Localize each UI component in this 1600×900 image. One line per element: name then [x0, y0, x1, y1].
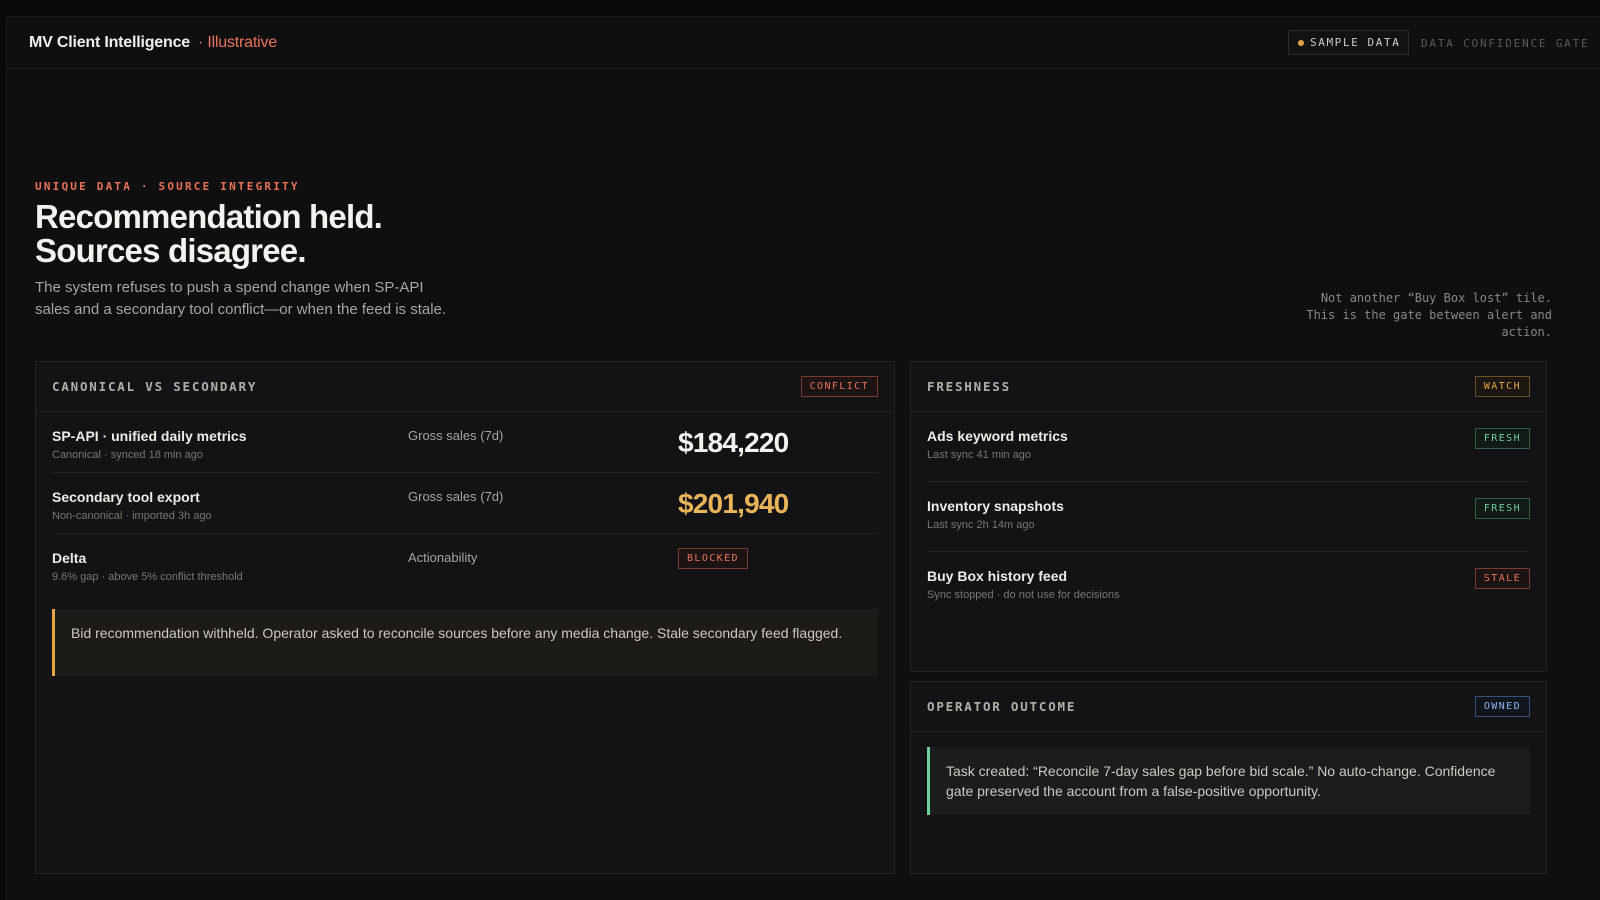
panel-title: FRESHNESS	[927, 379, 1011, 394]
feed-last-sync: Last sync 41 min ago	[927, 449, 1031, 461]
actionability-label: Actionability	[408, 550, 478, 565]
source-row[interactable]: Secondary tool export Non-canonical · im…	[52, 473, 878, 534]
sample-data-pill[interactable]: SAMPLE DATA	[1288, 30, 1409, 55]
data-confidence-gate-label: DATA CONFIDENCE GATE	[1421, 36, 1590, 50]
illustrative-tag: · Illustrative	[197, 34, 277, 51]
stale-badge: STALE	[1474, 568, 1530, 589]
panel-header: FRESHNESS WATCH	[911, 362, 1546, 412]
metric-label: Gross sales (7d)	[408, 489, 504, 504]
canonical-vs-secondary-panel: CANONICAL VS SECONDARY CONFLICT SP-API ·…	[35, 361, 895, 874]
delta-subtitle: 9.6% gap · above 5% conflict threshold	[52, 571, 243, 583]
task-created-callout[interactable]: Task created: “Reconcile 7-day sales gap…	[927, 747, 1530, 815]
panel-header: OPERATOR OUTCOME OWNED	[911, 682, 1546, 732]
feed-row[interactable]: Buy Box history feed Sync stopped · do n…	[927, 552, 1530, 622]
feed-title: Buy Box history feed	[927, 568, 1068, 584]
headline-line-2: Sources disagree.	[35, 232, 307, 269]
conflict-badge: CONFLICT	[800, 376, 878, 397]
app-frame: MV Client Intelligence · Illustrative SA…	[6, 16, 1600, 900]
source-subtitle: Non-canonical · imported 3h ago	[52, 510, 212, 522]
source-title: Secondary tool export	[52, 489, 200, 505]
panel-title: CANONICAL VS SECONDARY	[52, 379, 258, 394]
fresh-badge: FRESH	[1474, 428, 1530, 449]
watch-badge: WATCH	[1474, 376, 1530, 397]
blocked-badge: BLOCKED	[678, 548, 748, 569]
top-bar: MV Client Intelligence · Illustrative SA…	[7, 17, 1600, 69]
metric-value: $201,940	[678, 488, 789, 519]
side-note-line-2: This is the gate between alert and actio…	[1306, 308, 1552, 339]
feed-title: Ads keyword metrics	[927, 428, 1068, 444]
withheld-callout: Bid recommendation withheld. Operator as…	[52, 609, 878, 676]
side-note: Not another “Buy Box lost” tile. This is…	[1272, 290, 1552, 341]
freshness-panel: FRESHNESS WATCH Ads keyword metrics Last…	[910, 361, 1547, 672]
app-brand[interactable]: MV Client Intelligence · Illustrative	[29, 17, 277, 69]
feed-row[interactable]: Ads keyword metrics Last sync 41 min ago…	[927, 412, 1530, 482]
fresh-badge: FRESH	[1474, 498, 1530, 519]
metric-value: $184,220	[678, 427, 789, 458]
app-title: MV Client Intelligence	[29, 34, 190, 51]
owned-badge: OWNED	[1474, 696, 1530, 717]
side-note-line-1: Not another “Buy Box lost” tile.	[1320, 291, 1552, 305]
headline-line-1: Recommendation held.	[35, 198, 383, 235]
feed-title: Inventory snapshots	[927, 498, 1064, 514]
source-title: SP-API · unified daily metrics	[52, 428, 247, 444]
panel-header: CANONICAL VS SECONDARY CONFLICT	[36, 362, 894, 412]
page-headline: Recommendation held. Sources disagree.	[35, 198, 383, 269]
section-eyebrow: UNIQUE DATA · SOURCE INTEGRITY	[35, 180, 300, 193]
panel-title: OPERATOR OUTCOME	[927, 699, 1077, 714]
delta-title: Delta	[52, 550, 87, 566]
feed-row[interactable]: Inventory snapshots Last sync 2h 14m ago…	[927, 482, 1530, 552]
page-description: The system refuses to push a spend chang…	[35, 279, 447, 318]
sample-data-label: SAMPLE DATA	[1310, 36, 1401, 49]
status-dot-icon	[1298, 39, 1304, 46]
metric-label: Gross sales (7d)	[408, 428, 504, 443]
operator-outcome-panel: OPERATOR OUTCOME OWNED Task created: “Re…	[910, 681, 1547, 874]
feed-last-sync: Last sync 2h 14m ago	[927, 519, 1035, 531]
source-row[interactable]: SP-API · unified daily metrics Canonical…	[52, 412, 878, 473]
delta-row[interactable]: Delta 9.6% gap · above 5% conflict thres…	[52, 534, 878, 595]
feed-last-sync: Sync stopped · do not use for decisions	[927, 589, 1120, 601]
source-subtitle: Canonical · synced 18 min ago	[52, 449, 204, 461]
